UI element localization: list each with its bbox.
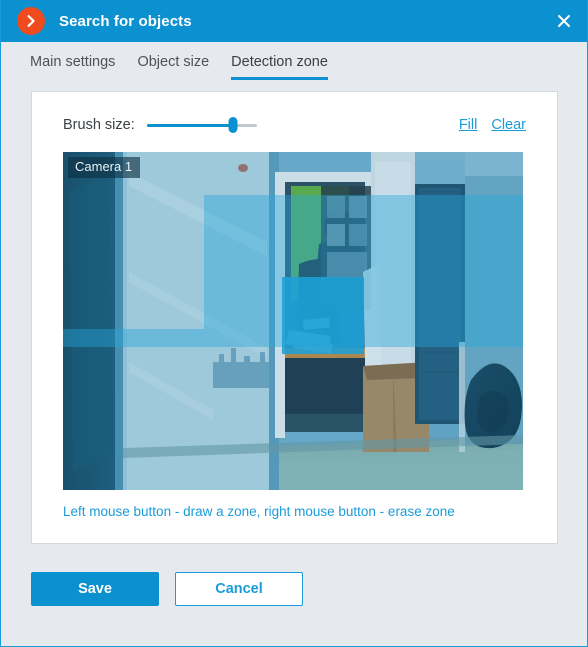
- clear-link[interactable]: Clear: [491, 117, 526, 133]
- brush-size-label: Brush size:: [63, 117, 135, 133]
- tab-bar: Main settings Object size Detection zone: [1, 42, 587, 80]
- window-title: Search for objects: [59, 12, 192, 30]
- search-for-objects-dialog: Search for objects Main settings Object …: [0, 0, 588, 647]
- camera-video-frame: [63, 152, 523, 490]
- camera-label: Camera 1: [68, 157, 141, 179]
- brush-controls-row: Brush size: Fill Clear: [63, 114, 526, 136]
- close-icon[interactable]: [541, 0, 587, 42]
- chevron-right-circle-icon: [17, 7, 45, 35]
- slider-fill: [146, 123, 233, 127]
- camera-preview[interactable]: Camera 1: [63, 152, 523, 490]
- brush-size-slider[interactable]: [146, 116, 257, 134]
- save-button[interactable]: Save: [31, 572, 159, 606]
- title-bar: Search for objects: [1, 0, 587, 42]
- fill-link[interactable]: Fill: [459, 117, 478, 133]
- tab-detection-zone[interactable]: Detection zone: [231, 54, 328, 80]
- zone-hint-text: Left mouse button - draw a zone, right m…: [63, 504, 455, 519]
- cancel-button[interactable]: Cancel: [175, 572, 303, 606]
- zone-actions: Fill Clear: [459, 117, 526, 133]
- tab-main-settings[interactable]: Main settings: [30, 54, 115, 81]
- dialog-footer: Save Cancel: [1, 544, 587, 646]
- slider-thumb[interactable]: [228, 117, 238, 133]
- detection-zone-panel: Brush size: Fill Clear Camera 1 Left mou…: [31, 91, 558, 544]
- tab-object-size[interactable]: Object size: [137, 54, 209, 81]
